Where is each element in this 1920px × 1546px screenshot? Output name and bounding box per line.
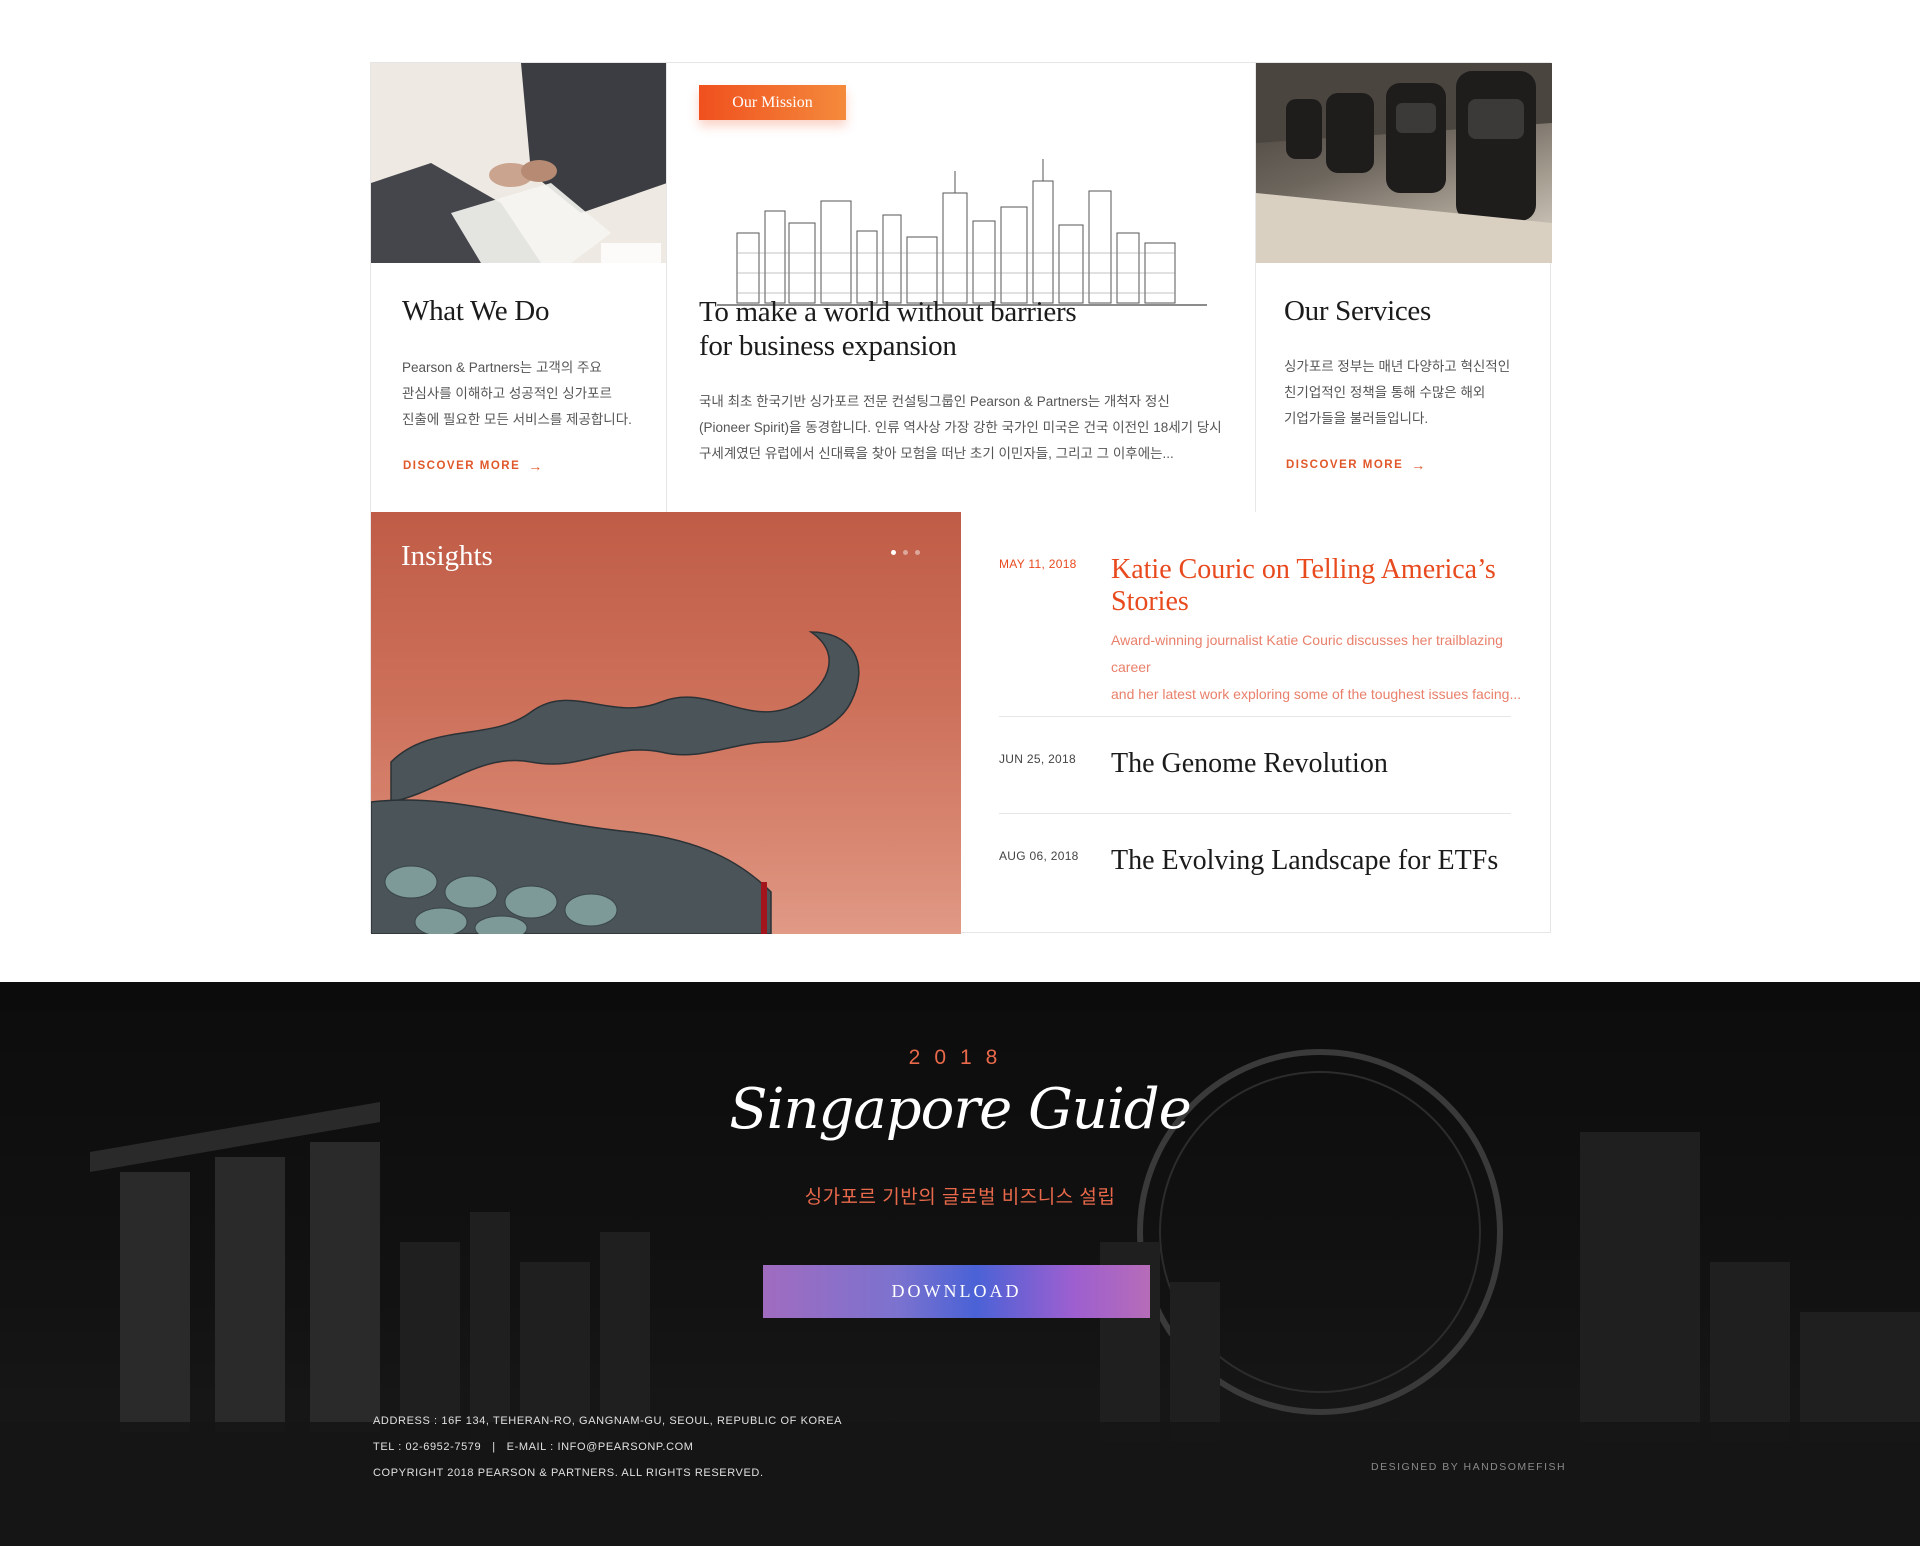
- handshake-image: [371, 63, 666, 263]
- mission-description: 국내 최초 한국기반 싱가포르 전문 컨설팅그룹인 Pearson & Part…: [699, 394, 1222, 461]
- mission-title: To make a world without barriers for bus…: [699, 296, 1077, 362]
- news-date: JUN 25, 2018: [999, 752, 1076, 766]
- news-divider: [999, 813, 1511, 814]
- news-item[interactable]: AUG 06, 2018 The Evolving Landscape for …: [999, 845, 1511, 885]
- services-description: 싱가포르 정부는 매년 다양하고 혁신적인 친기업적인 정책을 통해 수많은 해…: [1284, 359, 1511, 426]
- news-item[interactable]: MAY 11, 2018 Katie Couric on Telling Ame…: [999, 554, 1521, 704]
- carousel-dot-icon[interactable]: [915, 550, 920, 555]
- services-title: Our Services: [1284, 295, 1431, 327]
- what-we-do-title: What We Do: [402, 295, 550, 327]
- footer-copyright: COPYRIGHT 2018 PEARSON & PARTNERS. ALL R…: [373, 1467, 764, 1479]
- singapore-guide-banner: 2018 Singapore Guide 싱가포르 기반의 글로벌 비즈니스 설…: [0, 982, 1920, 1546]
- insights-panel[interactable]: Insights: [371, 512, 961, 934]
- news-list: MAY 11, 2018 Katie Couric on Telling Ame…: [961, 512, 1552, 934]
- download-button[interactable]: DOWNLOAD: [763, 1265, 1150, 1318]
- news-title[interactable]: The Evolving Landscape for ETFs: [1111, 845, 1498, 877]
- news-date: AUG 06, 2018: [999, 849, 1079, 863]
- services-card: Our Services 싱가포르 정부는 매년 다양하고 혁신적인 친기업적인…: [1256, 63, 1552, 512]
- news-title[interactable]: The Genome Revolution: [1111, 748, 1388, 780]
- news-divider: [999, 716, 1511, 717]
- what-we-do-description: Pearson & Partners는 고객의 주요 관심사를 이해하고 성공적…: [402, 360, 632, 427]
- guide-title: Singapore Guide: [729, 1077, 1192, 1142]
- news-item[interactable]: JUN 25, 2018 The Genome Revolution: [999, 748, 1511, 788]
- what-we-do-card: What We Do Pearson & Partners는 고객의 주요 관심…: [371, 63, 667, 512]
- news-title[interactable]: Katie Couric on Telling America’s Storie…: [1111, 554, 1496, 618]
- news-description: Award-winning journalist Katie Couric di…: [1111, 632, 1522, 702]
- arrow-right-icon: →: [1411, 457, 1427, 473]
- news-date: MAY 11, 2018: [999, 557, 1077, 571]
- guide-year: 2018: [908, 1046, 1012, 1069]
- services-discover-link[interactable]: DISCOVER MORE →: [1286, 457, 1427, 473]
- footer-address: ADDRESS : 16F 134, TEHERAN-RO, GANGNAM-G…: [373, 1415, 843, 1427]
- arrow-right-icon: →: [528, 458, 544, 474]
- carousel-dot-icon[interactable]: [903, 550, 908, 555]
- dragon-roof-image: [371, 631, 860, 934]
- boardroom-chairs-image: [1256, 63, 1552, 263]
- footer-contact: TEL : 02-6952-7579 | E-MAIL : INFO@PEARS…: [373, 1441, 694, 1453]
- carousel-dots: [891, 550, 920, 555]
- insights-title: Insights: [401, 540, 493, 572]
- feature-grid: What We Do Pearson & Partners는 고객의 주요 관심…: [370, 62, 1552, 934]
- designed-by-credit: DESIGNED BY HANDSOMEFISH: [1371, 1461, 1567, 1473]
- what-we-do-discover-link[interactable]: DISCOVER MORE →: [403, 458, 544, 474]
- our-mission-badge: Our Mission: [699, 85, 846, 120]
- mission-card: Our Mission To make a world without barr…: [667, 63, 1256, 512]
- footer-info: ADDRESS : 16F 134, TEHERAN-RO, GANGNAM-G…: [373, 1408, 842, 1486]
- guide-subtitle: 싱가포르 기반의 글로벌 비즈니스 설립: [804, 1187, 1116, 1208]
- carousel-dot-icon[interactable]: [891, 550, 896, 555]
